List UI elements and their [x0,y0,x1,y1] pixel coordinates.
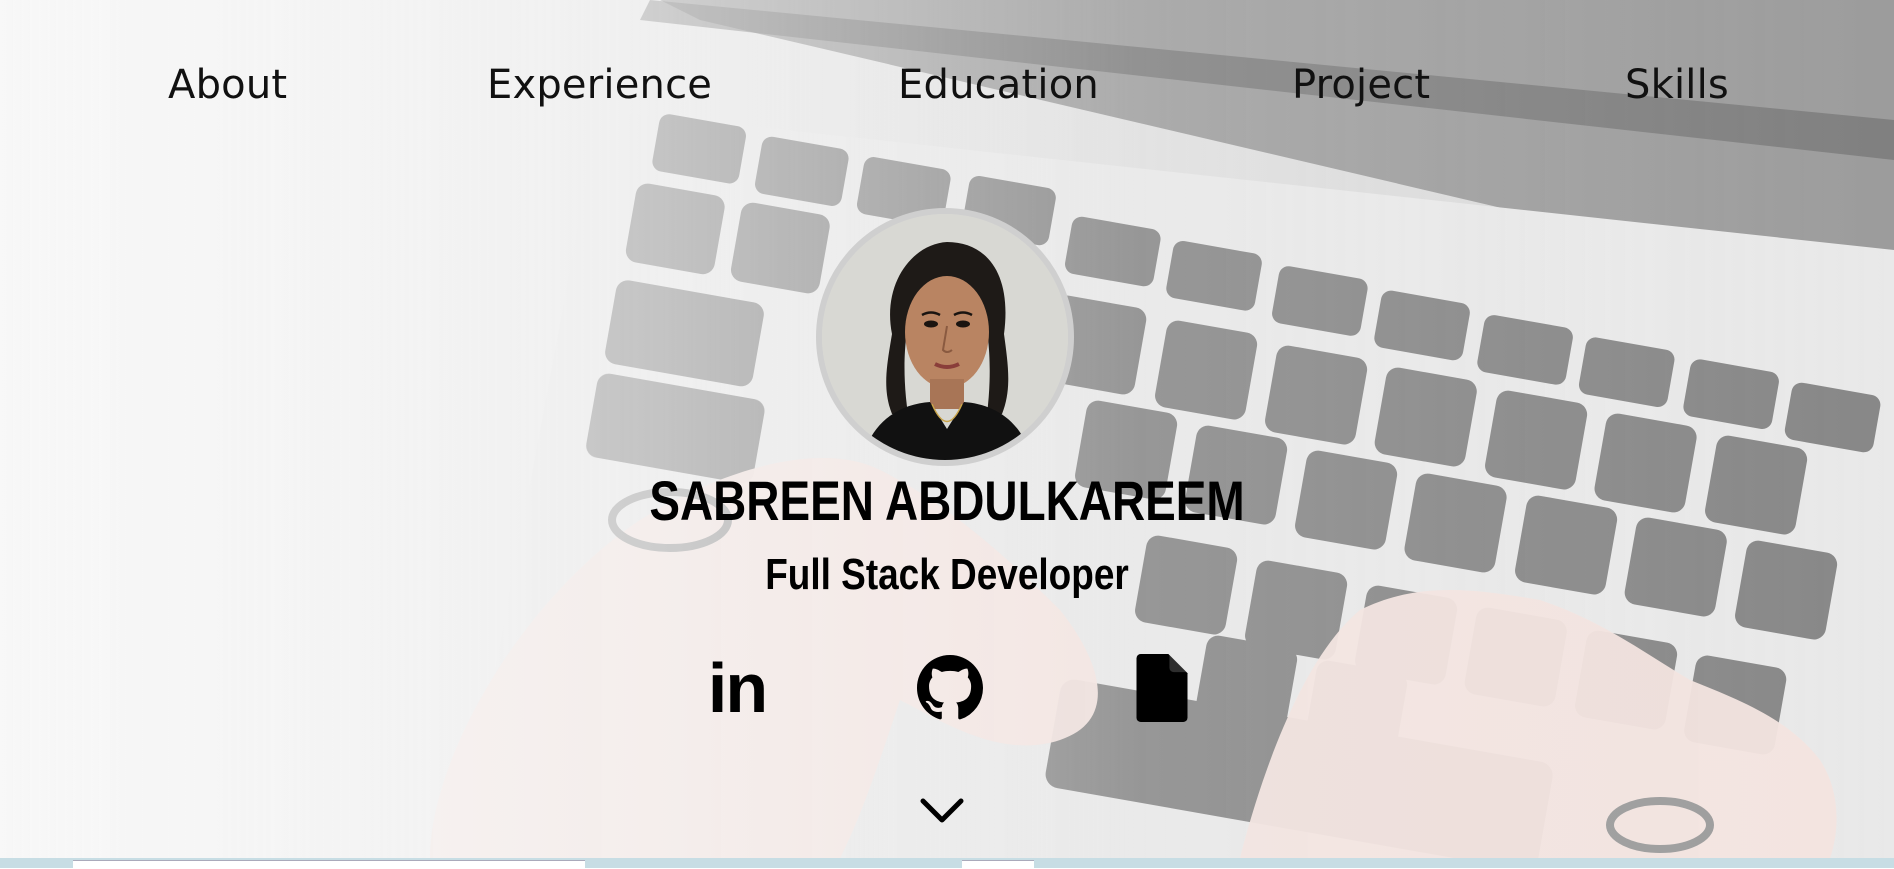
github-icon [917,655,983,720]
nav-link-education[interactable]: Education [898,62,1099,108]
profile-avatar [816,208,1074,466]
top-navigation: About Experience Education Project Skill… [0,62,1894,122]
nav-link-about[interactable]: About [168,62,287,108]
resume-file-icon [1136,654,1188,722]
nav-link-skills[interactable]: Skills [1625,62,1729,108]
nav-link-project[interactable]: Project [1292,62,1430,108]
nav-link-experience[interactable]: Experience [487,62,712,108]
profile-name: SABREEN ABDULKAREEM [649,469,1245,532]
resume-link[interactable] [1122,648,1202,728]
linkedin-icon: in [707,649,768,727]
scroll-down-chevron-icon[interactable] [917,793,967,829]
profile-photo [822,214,1068,460]
linkedin-link[interactable]: in [697,648,777,728]
hero-section: About Experience Education Project Skill… [0,0,1894,858]
github-link[interactable] [910,648,990,728]
profile-role: Full Stack Developer [765,550,1129,599]
